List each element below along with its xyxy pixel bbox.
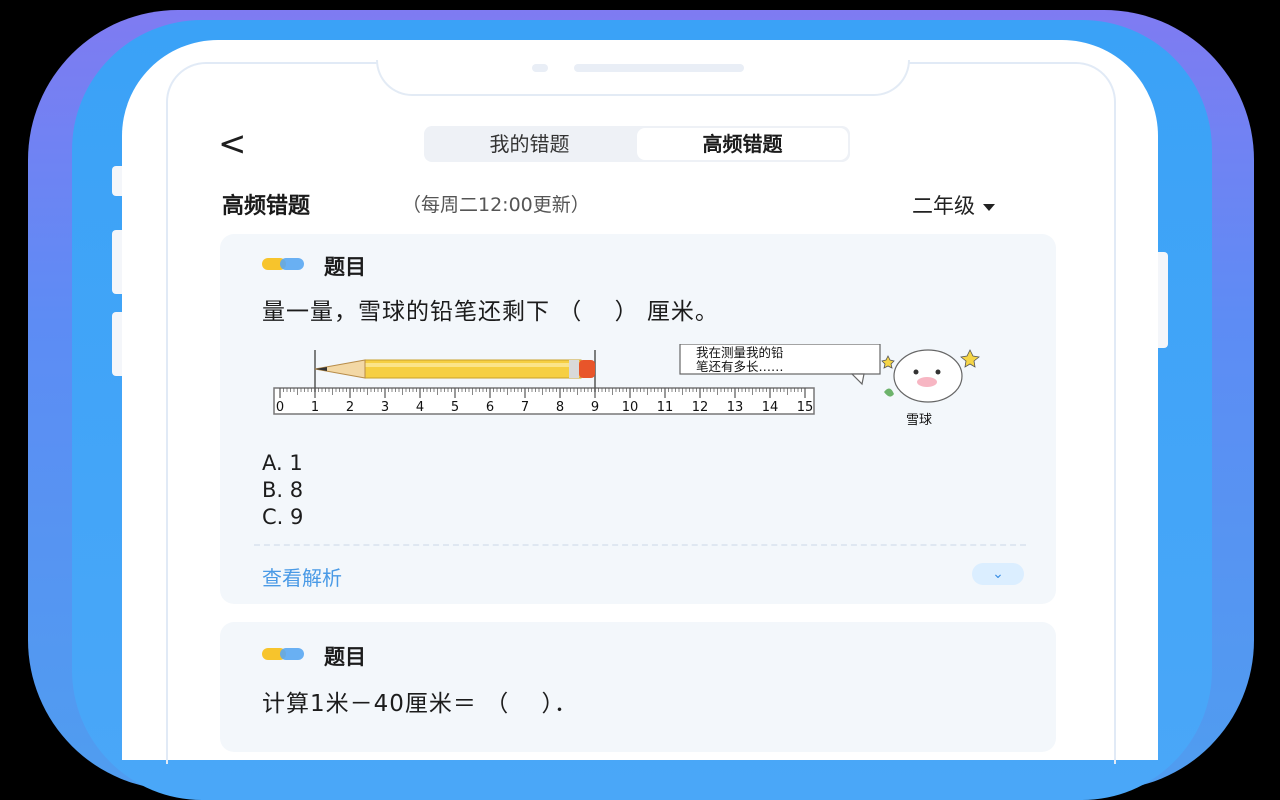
- grade-label: 二年级: [912, 194, 975, 218]
- options-list: A. 1 B. 8 C. 9: [262, 450, 303, 531]
- question-dots-icon: [262, 258, 304, 270]
- ruler-tick-label: 8: [556, 400, 564, 415]
- question-text: 计算1米－40厘米＝ （ ）．: [262, 691, 579, 717]
- question-text: 量一量，雪球的铅笔还剩下 （ ） 厘米。: [262, 299, 719, 325]
- ruler-tick-label: 5: [451, 400, 459, 415]
- question-dots-icon: [262, 648, 304, 660]
- camera-icon: [532, 64, 548, 72]
- divider: [254, 544, 1026, 546]
- ruler-tick-label: 2: [346, 400, 354, 415]
- ruler-tick-label: 7: [521, 400, 529, 415]
- ruler-tick-label: 11: [657, 400, 674, 415]
- option-a[interactable]: A. 1: [262, 450, 303, 477]
- speech-line-1: 我在测量我的铅: [696, 345, 784, 360]
- ruler-tick-label: 14: [762, 400, 779, 415]
- ruler-tick-label: 3: [381, 400, 389, 415]
- pencil-icon: [314, 359, 595, 379]
- question-label: 题目: [324, 255, 366, 279]
- speaker-grille: [574, 64, 744, 72]
- speech-line-2: 笔还有多长……: [696, 359, 784, 374]
- question-label: 题目: [324, 645, 366, 669]
- tab-switcher: 我的错题 高频错题: [424, 126, 850, 162]
- ruler-tick-label: 1: [311, 400, 319, 415]
- ruler-tick-label: 9: [591, 400, 599, 415]
- tab-my-mistakes[interactable]: 我的错题: [424, 126, 635, 162]
- character-name: 雪球: [906, 413, 932, 428]
- ruler-tick-label: 0: [276, 400, 284, 415]
- chevron-down-icon[interactable]: ⌄: [972, 563, 1024, 585]
- question-card: 题目 量一量，雪球的铅笔还剩下 （ ） 厘米。 0 1 2 3 4 5 6 7 8 9 10 11 12…: [220, 234, 1056, 604]
- option-b[interactable]: B. 8: [262, 477, 303, 504]
- ruler-tick-label: 12: [692, 400, 709, 415]
- view-analysis-link[interactable]: 查看解析: [262, 562, 342, 591]
- option-c[interactable]: C. 9: [262, 504, 303, 531]
- question-card: 题目 计算1米－40厘米＝ （ ）．: [220, 622, 1056, 752]
- ruler-tick-label: 6: [486, 400, 494, 415]
- tab-frequent-mistakes[interactable]: 高频错题: [637, 128, 848, 160]
- ruler-tick-label: 10: [622, 400, 639, 415]
- ruler-tick-label: 15: [797, 400, 814, 415]
- ruler-tick-label: 4: [416, 400, 424, 415]
- back-arrow-icon[interactable]: <: [218, 124, 258, 164]
- section-title: 高频错题: [222, 194, 311, 219]
- update-note: （每周二12:00更新）: [402, 194, 590, 216]
- caret-down-icon: [983, 203, 995, 211]
- grade-selector[interactable]: 二年级: [912, 190, 995, 220]
- ruler-pencil-figure: 0 1 2 3 4 5 6 7 8 9 10 11 12 13 14 15 我在测量我的铅 笔还有多长…… 雪…: [273, 344, 980, 428]
- snowball-character-icon: [881, 349, 980, 403]
- ruler-tick-label: 13: [727, 400, 744, 415]
